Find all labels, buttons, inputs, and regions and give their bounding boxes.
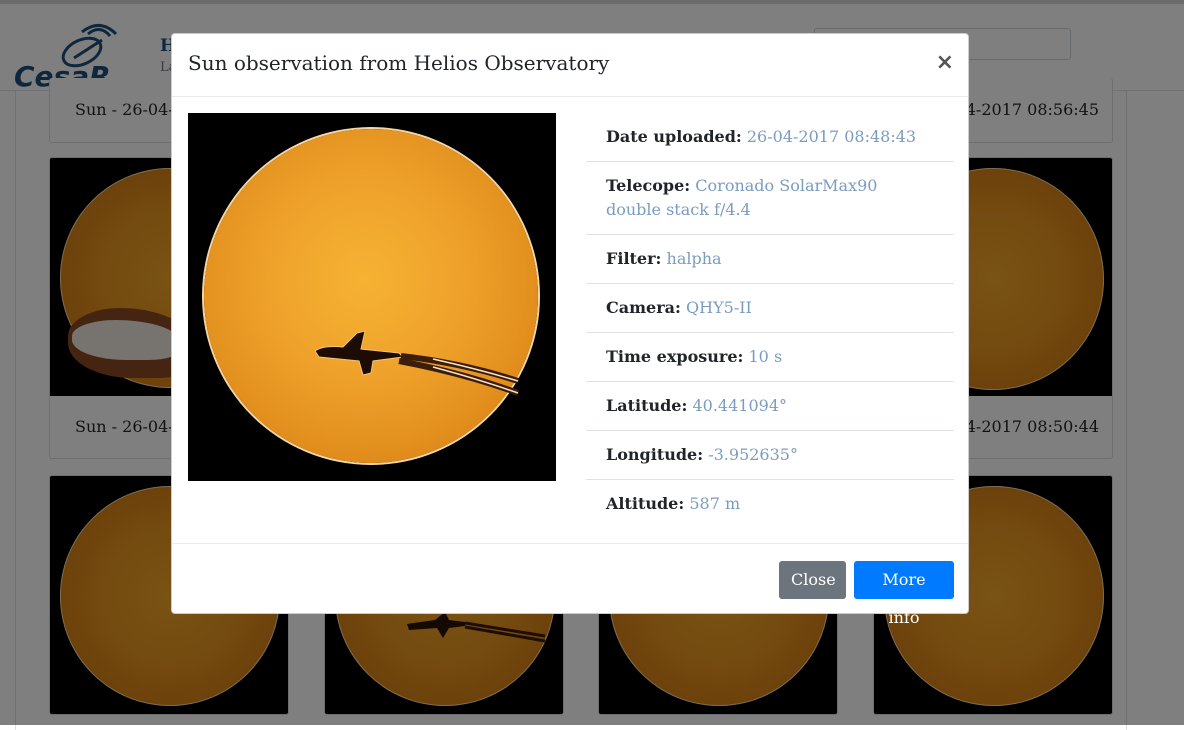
modal-title: Sun observation from Helios Observatory [188, 51, 610, 75]
observation-details: Date uploaded: 26-04-2017 08:48:43 Telec… [586, 113, 954, 528]
close-button[interactable]: Close [779, 561, 846, 599]
detail-filter: Filter: halpha [586, 235, 954, 284]
detail-latitude: Latitude: 40.441094° [586, 382, 954, 431]
airplane-transit-icon [314, 330, 520, 396]
close-icon[interactable]: × [936, 49, 954, 77]
observation-image [188, 113, 556, 481]
detail-telescope: Telecope: Coronado SolarMax90 double sta… [586, 162, 954, 235]
modal-header: Sun observation from Helios Observatory … [172, 34, 968, 97]
detail-longitude: Longitude: -3.952635° [586, 431, 954, 480]
modal-footer: Close More info [172, 543, 968, 627]
detail-date-uploaded: Date uploaded: 26-04-2017 08:48:43 [586, 113, 954, 162]
detail-camera: Camera: QHY5-II [586, 284, 954, 333]
observation-modal: Sun observation from Helios Observatory … [171, 33, 969, 627]
more-info-button[interactable]: More info [854, 561, 954, 627]
detail-altitude: Altitude: 587 m [606, 494, 741, 513]
detail-exposure: Time exposure: 10 s [586, 333, 954, 382]
